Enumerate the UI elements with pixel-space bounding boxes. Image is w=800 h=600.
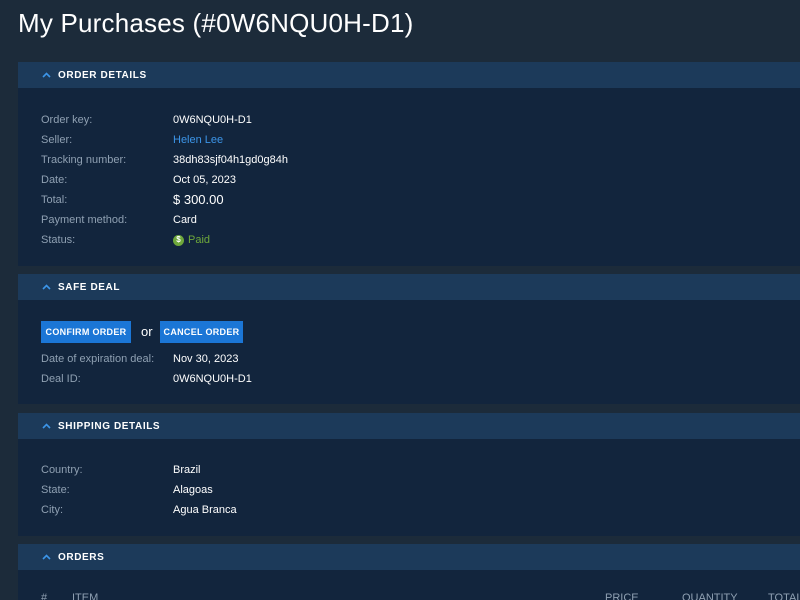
payment-method-value: Card	[173, 214, 197, 226]
seller-link[interactable]: Helen Lee	[173, 130, 223, 150]
safe-deal-title: SAFE DEAL	[58, 281, 121, 293]
deal-id-label: Deal ID:	[41, 373, 81, 385]
order-key-label: Order key:	[41, 114, 93, 126]
shipping-details-header[interactable]: SHIPPING DETAILS	[18, 413, 800, 439]
status-badge: $ Paid	[173, 230, 210, 250]
safe-deal-header[interactable]: SAFE DEAL	[18, 274, 800, 300]
chevron-up-icon	[40, 420, 52, 432]
seller-row: Seller: Helen Lee	[41, 130, 800, 150]
order-details-panel: ORDER DETAILS Order key: 0W6NQU0H-D1 Sel…	[18, 62, 800, 266]
city-row: City: Agua Branca	[41, 500, 800, 520]
orders-panel: ORDERS # ITEM PRICE QUANTITY TOTAL	[18, 544, 800, 600]
deal-id-value: 0W6NQU0H-D1	[173, 373, 252, 385]
order-key-value: 0W6NQU0H-D1	[173, 114, 252, 126]
shipping-details-list: Country: Brazil State: Alagoas City: Agu…	[18, 439, 800, 520]
dollar-icon: $	[173, 234, 184, 246]
status-label: Status:	[41, 234, 76, 246]
shipping-details-title: SHIPPING DETAILS	[58, 420, 161, 432]
chevron-up-icon	[40, 281, 52, 293]
payment-method-row: Payment method: Card	[41, 210, 800, 230]
safe-deal-body: CONFIRM ORDER or CANCEL ORDER Date of ex…	[18, 300, 800, 404]
date-row: Date: Oct 05, 2023	[41, 170, 800, 190]
chevron-up-icon	[40, 551, 52, 563]
state-row: State: Alagoas	[41, 480, 800, 500]
state-value: Alagoas	[173, 484, 213, 496]
safe-deal-panel: SAFE DEAL CONFIRM ORDER or CANCEL ORDER …	[18, 274, 800, 404]
chevron-up-icon	[40, 69, 52, 81]
expiration-value: Nov 30, 2023	[173, 353, 239, 365]
cancel-order-button[interactable]: CANCEL ORDER	[160, 321, 243, 343]
column-header-item: ITEM	[72, 592, 99, 600]
order-details-header[interactable]: ORDER DETAILS	[18, 62, 800, 88]
column-header-price: PRICE	[605, 592, 639, 600]
total-row: Total: $ 300.00	[41, 190, 800, 210]
date-label: Date:	[41, 174, 68, 186]
orders-header[interactable]: ORDERS	[18, 544, 800, 570]
tracking-number-label: Tracking number:	[41, 154, 127, 166]
total-value: $ 300.00	[173, 192, 224, 207]
tracking-number-row: Tracking number: 38dh83sjf04h1gd0g84h	[41, 150, 800, 170]
order-key-row: Order key: 0W6NQU0H-D1	[41, 110, 800, 130]
tracking-number-value: 38dh83sjf04h1gd0g84h	[173, 154, 289, 166]
date-value: Oct 05, 2023	[173, 174, 236, 186]
payment-method-label: Payment method:	[41, 214, 128, 226]
column-header-quantity: QUANTITY	[682, 592, 738, 600]
total-label: Total:	[41, 194, 68, 206]
or-text: or	[141, 324, 153, 339]
safe-deal-list: Date of expiration deal: Nov 30, 2023 De…	[18, 349, 441, 389]
country-label: Country:	[41, 464, 83, 476]
deal-id-row: Deal ID: 0W6NQU0H-D1	[41, 369, 441, 389]
order-details-list: Order key: 0W6NQU0H-D1 Seller: Helen Lee…	[18, 88, 800, 250]
state-label: State:	[41, 484, 70, 496]
shipping-details-panel: SHIPPING DETAILS Country: Brazil State: …	[18, 413, 800, 536]
status-row: Status: $ Paid	[41, 230, 800, 250]
status-value: Paid	[188, 234, 211, 246]
country-row: Country: Brazil	[41, 460, 800, 480]
orders-title: ORDERS	[58, 551, 105, 563]
confirm-order-button[interactable]: CONFIRM ORDER	[41, 321, 131, 343]
city-value: Agua Branca	[173, 504, 237, 516]
seller-label: Seller:	[41, 134, 73, 146]
country-value: Brazil	[173, 464, 201, 476]
order-details-title: ORDER DETAILS	[58, 69, 147, 81]
column-header-number: #	[41, 592, 48, 600]
expiration-label: Date of expiration deal:	[41, 353, 155, 365]
city-label: City:	[41, 504, 63, 516]
expiration-row: Date of expiration deal: Nov 30, 2023	[41, 349, 441, 369]
column-header-total: TOTAL	[768, 592, 800, 600]
page-title: My Purchases (#0W6NQU0H-D1)	[18, 8, 414, 38]
